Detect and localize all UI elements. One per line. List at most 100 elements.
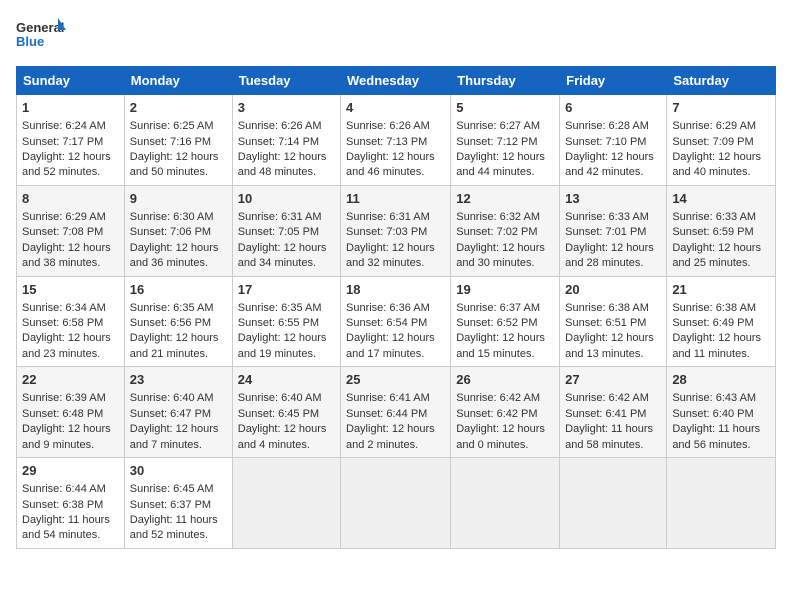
calendar-cell: 9Sunrise: 6:30 AMSunset: 7:06 PMDaylight… xyxy=(124,185,232,276)
sunset: Sunset: 7:08 PM xyxy=(22,226,103,238)
day-number: 22 xyxy=(22,371,119,389)
calendar-cell: 23Sunrise: 6:40 AMSunset: 6:47 PMDayligh… xyxy=(124,367,232,458)
calendar-cell: 8Sunrise: 6:29 AMSunset: 7:08 PMDaylight… xyxy=(17,185,125,276)
calendar-cell: 15Sunrise: 6:34 AMSunset: 6:58 PMDayligh… xyxy=(17,276,125,367)
day-number: 18 xyxy=(346,281,445,299)
calendar-week-5: 29Sunrise: 6:44 AMSunset: 6:38 PMDayligh… xyxy=(17,458,776,549)
sunrise: Sunrise: 6:28 AM xyxy=(565,120,649,132)
day-number: 2 xyxy=(130,99,227,117)
calendar-table: SundayMondayTuesdayWednesdayThursdayFrid… xyxy=(16,66,776,549)
sunset: Sunset: 6:54 PM xyxy=(346,317,427,329)
daylight-label: Daylight: 12 hours and 34 minutes. xyxy=(238,242,327,269)
svg-text:General: General xyxy=(16,20,64,35)
daylight-label: Daylight: 12 hours and 7 minutes. xyxy=(130,423,219,450)
day-number: 30 xyxy=(130,462,227,480)
sunset: Sunset: 7:03 PM xyxy=(346,226,427,238)
sunset: Sunset: 6:52 PM xyxy=(456,317,537,329)
calendar-cell: 5Sunrise: 6:27 AMSunset: 7:12 PMDaylight… xyxy=(451,95,560,186)
day-number: 26 xyxy=(456,371,554,389)
weekday-header-tuesday: Tuesday xyxy=(232,67,340,95)
calendar-week-2: 8 Sunrise: 6:29 AM Sunset: 7:08 PM Daylight… xyxy=(17,185,776,276)
calendar-cell: 11Sunrise: 6:31 AMSunset: 7:03 PMDayligh… xyxy=(341,185,451,276)
day-number: 28 xyxy=(672,371,770,389)
sunrise: Sunrise: 6:40 AM xyxy=(130,392,214,404)
calendar-cell: 25Sunrise: 6:41 AMSunset: 6:44 PMDayligh… xyxy=(341,367,451,458)
sunset: Sunset: 6:48 PM xyxy=(22,408,103,420)
sunset: Sunset: 6:59 PM xyxy=(672,226,753,238)
sunset: Sunset: 7:13 PM xyxy=(346,136,427,148)
sunrise: Sunrise: 6:31 AM xyxy=(346,211,430,223)
daylight-label: Daylight: 12 hours and 28 minutes. xyxy=(565,242,654,269)
day-number: 5 xyxy=(456,99,554,117)
sunset: Sunset: 6:45 PM xyxy=(238,408,319,420)
day-number: 25 xyxy=(346,371,445,389)
day-number: 17 xyxy=(238,281,335,299)
daylight-label: Daylight: 12 hours and 46 minutes. xyxy=(346,151,435,178)
daylight-label: Daylight: 12 hours and 2 minutes. xyxy=(346,423,435,450)
daylight-label: Daylight: 11 hours and 56 minutes. xyxy=(672,423,760,450)
day-number: 9 xyxy=(130,190,227,208)
weekday-header-friday: Friday xyxy=(560,67,667,95)
sunset: Sunset: 7:01 PM xyxy=(565,226,646,238)
logo-svg: General Blue xyxy=(16,16,66,58)
calendar-cell: 24Sunrise: 6:40 AMSunset: 6:45 PMDayligh… xyxy=(232,367,340,458)
sunrise: Sunrise: 6:38 AM xyxy=(672,302,756,314)
sunset: Sunset: 6:47 PM xyxy=(130,408,211,420)
daylight-label: Daylight: 12 hours and 25 minutes. xyxy=(672,242,761,269)
logo: General Blue xyxy=(16,16,66,58)
sunrise: Sunrise: 6:34 AM xyxy=(22,302,106,314)
weekday-header-sunday: Sunday xyxy=(17,67,125,95)
weekday-header-wednesday: Wednesday xyxy=(341,67,451,95)
sunset: Sunset: 7:17 PM xyxy=(22,136,103,148)
sunrise: Sunrise: 6:45 AM xyxy=(130,483,214,495)
sunrise: Sunrise: 6:25 AM xyxy=(130,120,214,132)
sunrise: Sunrise: 6:33 AM xyxy=(565,211,649,223)
calendar-cell xyxy=(232,458,340,549)
day-number: 16 xyxy=(130,281,227,299)
sunset: Sunset: 6:58 PM xyxy=(22,317,103,329)
weekday-header-thursday: Thursday xyxy=(451,67,560,95)
calendar-body: 1Sunrise: 6:24 AMSunset: 7:17 PMDaylight… xyxy=(17,95,776,549)
sunrise: Sunrise: 6:35 AM xyxy=(238,302,322,314)
day-number: 21 xyxy=(672,281,770,299)
daylight-label: Daylight: 12 hours and 48 minutes. xyxy=(238,151,327,178)
calendar-cell: 19Sunrise: 6:37 AMSunset: 6:52 PMDayligh… xyxy=(451,276,560,367)
sunrise: Sunrise: 6:27 AM xyxy=(456,120,540,132)
calendar-cell: 16Sunrise: 6:35 AMSunset: 6:56 PMDayligh… xyxy=(124,276,232,367)
calendar-cell: 12Sunrise: 6:32 AMSunset: 7:02 PMDayligh… xyxy=(451,185,560,276)
sunset: Sunset: 7:10 PM xyxy=(565,136,646,148)
daylight-label: Daylight: 12 hours and 30 minutes. xyxy=(456,242,545,269)
daylight-label: Daylight: 12 hours and 23 minutes. xyxy=(22,332,111,359)
weekday-header-row: SundayMondayTuesdayWednesdayThursdayFrid… xyxy=(17,67,776,95)
sunset: Sunset: 7:06 PM xyxy=(130,226,211,238)
sunrise: Sunrise: 6:31 AM xyxy=(238,211,322,223)
daylight-label: Daylight: 12 hours and 9 minutes. xyxy=(22,423,111,450)
sunrise: Sunrise: 6:32 AM xyxy=(456,211,540,223)
daylight-label: Daylight: 12 hours and 21 minutes. xyxy=(130,332,219,359)
day-number: 6 xyxy=(565,99,661,117)
sunset: Sunset: 7:14 PM xyxy=(238,136,319,148)
day-number: 10 xyxy=(238,190,335,208)
weekday-header-monday: Monday xyxy=(124,67,232,95)
sunset: Sunset: 7:05 PM xyxy=(238,226,319,238)
sunrise: Sunrise: 6:42 AM xyxy=(456,392,540,404)
daylight-label: Daylight: 12 hours and 11 minutes. xyxy=(672,332,761,359)
daylight-label: Daylight: 12 hours and 15 minutes. xyxy=(456,332,545,359)
sunset: Sunset: 7:16 PM xyxy=(130,136,211,148)
calendar-cell: 22Sunrise: 6:39 AMSunset: 6:48 PMDayligh… xyxy=(17,367,125,458)
calendar-cell: 2Sunrise: 6:25 AMSunset: 7:16 PMDaylight… xyxy=(124,95,232,186)
calendar-cell: 21Sunrise: 6:38 AMSunset: 6:49 PMDayligh… xyxy=(667,276,776,367)
sunrise: Sunrise: 6:29 AM xyxy=(22,211,106,223)
daylight-label: Daylight: 12 hours and 42 minutes. xyxy=(565,151,654,178)
sunrise: Sunrise: 6:42 AM xyxy=(565,392,649,404)
daylight-label: Daylight: 11 hours and 54 minutes. xyxy=(22,514,110,541)
calendar-cell: 6 Sunrise: 6:28 AM Sunset: 7:10 PM Daylight… xyxy=(560,95,667,186)
weekday-header-saturday: Saturday xyxy=(667,67,776,95)
page-header: General Blue xyxy=(16,16,776,58)
day-number: 3 xyxy=(238,99,335,117)
calendar-week-1: 1Sunrise: 6:24 AMSunset: 7:17 PMDaylight… xyxy=(17,95,776,186)
daylight-label: Daylight: 12 hours and 52 minutes. xyxy=(22,151,111,178)
day-number: 12 xyxy=(456,190,554,208)
sunrise: Sunrise: 6:41 AM xyxy=(346,392,430,404)
day-number: 8 xyxy=(22,190,119,208)
